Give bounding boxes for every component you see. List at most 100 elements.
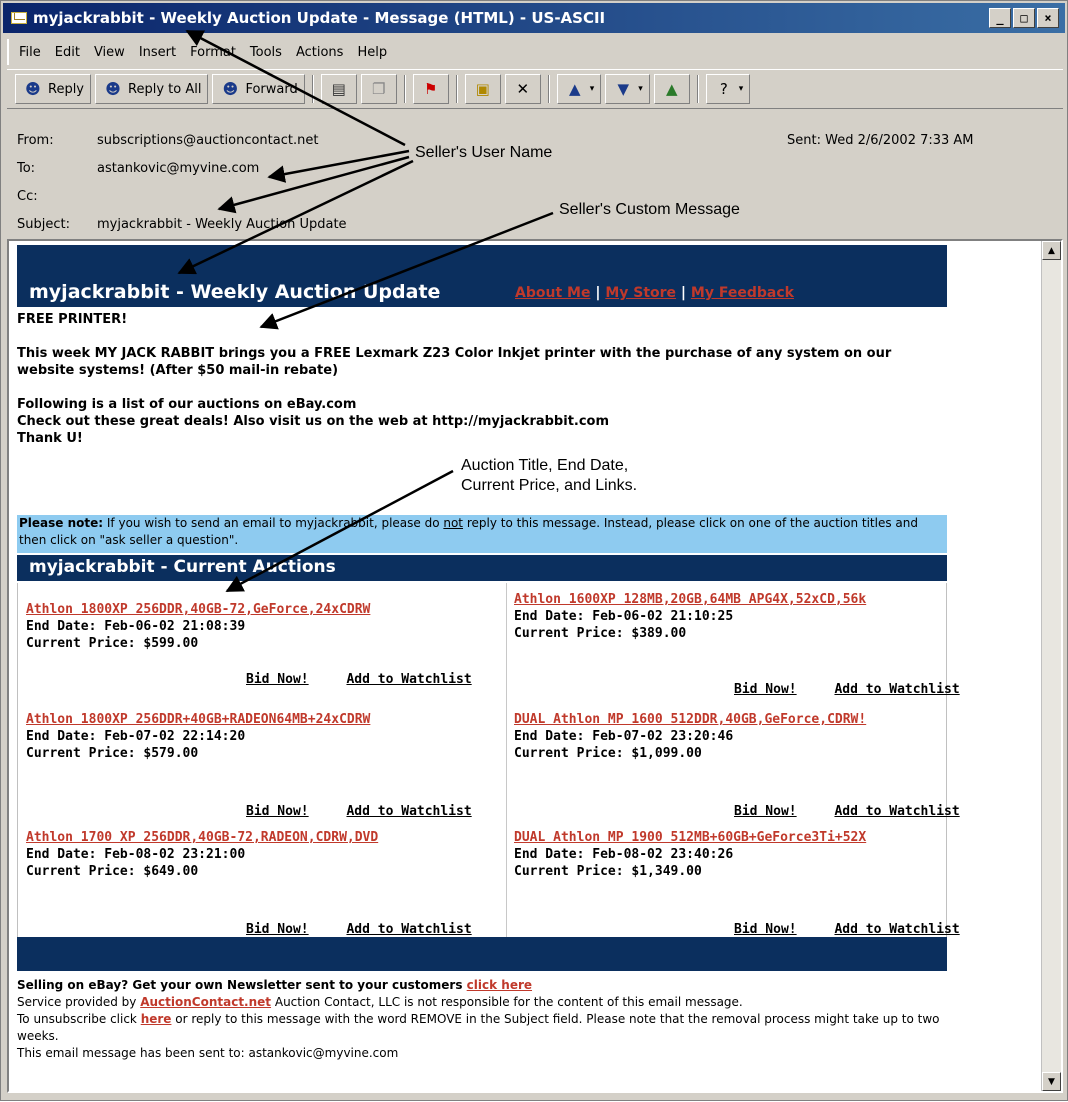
note-label: Please note: (19, 516, 104, 530)
message-body[interactable]: ▲ ▼ myjackrabbit - Weekly Auction Update… (7, 239, 1063, 1093)
next-item-button[interactable]: ▼ ▾ (605, 74, 650, 104)
unsubscribe-link[interactable]: here (141, 1012, 172, 1026)
add-to-watchlist-link[interactable]: Add to Watchlist (346, 922, 471, 937)
add-to-watchlist-link[interactable]: Add to Watchlist (834, 682, 959, 697)
address-book-button[interactable]: ▲ (653, 74, 690, 104)
bid-now-link[interactable]: Bid Now! (246, 804, 309, 819)
auction-end-date: End Date: Feb-07-02 22:14:20 (26, 729, 246, 744)
annotation-auction-info-line1: Auction Title, End Date, (461, 457, 629, 474)
scroll-down-button[interactable]: ▼ (1042, 1072, 1061, 1091)
address-book-icon: ▲ (666, 80, 678, 98)
reply-button[interactable]: ☻ Reply (15, 74, 92, 104)
add-to-watchlist-link[interactable]: Add to Watchlist (834, 804, 959, 819)
unsubscribe-line: To unsubscribe click here or reply to th… (17, 1011, 947, 1045)
printer-icon: ▤ (331, 80, 346, 98)
auction-end-date: End Date: Feb-08-02 23:21:00 (26, 847, 246, 862)
my-store-link[interactable]: My Store (605, 285, 676, 301)
bid-now-link[interactable]: Bid Now! (246, 672, 309, 687)
service-line: Service provided by AuctionContact.net A… (17, 994, 947, 1011)
window-controls: _ □ × (989, 8, 1059, 28)
auction-actions: Bid Now! Add to Watchlist (734, 681, 990, 698)
previous-item-button[interactable]: ▲ ▾ (556, 74, 602, 104)
auction-current-price: Current Price: $1,349.00 (514, 864, 702, 879)
title-bar: myjackrabbit - Weekly Auction Update - M… (3, 3, 1065, 33)
toolbar-separator (547, 75, 550, 103)
copy-icon: ❐ (372, 80, 386, 98)
help-button[interactable]: ? ▾ (705, 74, 751, 104)
seller-message: FREE PRINTER! This week MY JACK RABBIT b… (17, 311, 947, 447)
add-to-watchlist-link[interactable]: Add to Watchlist (834, 922, 959, 937)
auction-grid: Athlon 1800XP 256DDR,40GB-72,GeForce,24x… (17, 583, 960, 938)
maximize-button[interactable]: □ (1013, 8, 1035, 28)
bid-now-link[interactable]: Bid Now! (734, 682, 797, 697)
dropdown-icon: ▾ (638, 84, 643, 94)
current-auctions-bar: myjackrabbit - Current Auctions (17, 555, 947, 581)
auction-actions: Bid Now! Add to Watchlist (734, 803, 990, 820)
menu-actions[interactable]: Actions (296, 45, 344, 60)
move-to-folder-button[interactable]: ▣ (464, 74, 501, 104)
toolbar-separator (455, 75, 458, 103)
auction-item: Athlon 1600XP 128MB,20GB,64MB APG4X,52xC… (514, 591, 984, 697)
auction-title-link[interactable]: Athlon 1700 XP 256DDR,40GB-72,RADEON,CDR… (26, 829, 496, 846)
delete-button[interactable]: ✕ (504, 74, 541, 104)
menu-help[interactable]: Help (357, 45, 387, 60)
disclaimer-text: Auction Contact, LLC is not responsible … (271, 995, 743, 1009)
footer-banner (17, 937, 947, 971)
auction-item: DUAL Athlon MP 1900 512MB+60GB+GeForce3T… (514, 829, 984, 937)
reply-all-button[interactable]: ☻ Reply to All (95, 74, 209, 104)
bid-now-link[interactable]: Bid Now! (734, 804, 797, 819)
my-feedback-link[interactable]: My Feedback (691, 285, 794, 301)
scroll-up-button[interactable]: ▲ (1042, 241, 1061, 260)
auction-title-link[interactable]: DUAL Athlon MP 1900 512MB+60GB+GeForce3T… (514, 829, 984, 846)
reply-icon: ☻ (25, 80, 41, 98)
arrow-up-icon: ▲ (568, 80, 581, 98)
add-to-watchlist-link[interactable]: Add to Watchlist (346, 672, 471, 687)
annotation-auction-info-line2: Current Price, and Links. (461, 477, 638, 494)
envelope-icon (11, 12, 27, 24)
close-button[interactable]: × (1037, 8, 1059, 28)
copy-button[interactable]: ❐ (360, 74, 397, 104)
auction-current-price: Current Price: $389.00 (514, 626, 687, 641)
print-button[interactable]: ▤ (320, 74, 357, 104)
newsletter-line: Selling on eBay? Get your own Newsletter… (17, 977, 947, 994)
auction-list-intro: Following is a list of our auctions on e… (17, 397, 357, 412)
sent-to-line: This email message has been sent to: ast… (17, 1046, 399, 1060)
auction-actions: Bid Now! Add to Watchlist (246, 921, 502, 938)
click-here-link[interactable]: click here (467, 978, 532, 992)
reply-note: Please note: If you wish to send an emai… (17, 515, 947, 553)
menu-format[interactable]: Format (190, 45, 236, 60)
menu-file[interactable]: File (19, 45, 41, 60)
auction-title-link[interactable]: Athlon 1800XP 256DDR,40GB-72,GeForce,24x… (26, 601, 496, 618)
email-content: myjackrabbit - Weekly Auction Update Abo… (17, 245, 960, 1085)
flag-icon: ⚑ (424, 80, 438, 98)
toolbar-separator (311, 75, 314, 103)
auction-end-date: End Date: Feb-07-02 23:20:46 (514, 729, 734, 744)
cc-label: Cc: (17, 189, 38, 204)
flag-button[interactable]: ⚑ (412, 74, 449, 104)
bid-now-link[interactable]: Bid Now! (246, 922, 309, 937)
vertical-scrollbar[interactable]: ▲ ▼ (1041, 241, 1061, 1091)
menu-bar: File Edit View Insert Format Tools Actio… (7, 39, 1063, 65)
forward-label: Forward (245, 81, 298, 97)
website-line: Check out these great deals! Also visit … (17, 414, 610, 429)
bid-now-link[interactable]: Bid Now! (734, 922, 797, 937)
forward-button[interactable]: ☻ Forward (212, 74, 305, 104)
email-footer: Selling on eBay? Get your own Newsletter… (17, 977, 947, 1062)
auction-title-link[interactable]: DUAL Athlon MP 1600 512DDR,40GB,GeForce,… (514, 711, 984, 728)
from-value[interactable]: subscriptions@auctioncontact.net (97, 133, 318, 148)
auction-item: DUAL Athlon MP 1600 512DDR,40GB,GeForce,… (514, 711, 984, 819)
auction-current-price: Current Price: $579.00 (26, 746, 199, 761)
auction-title-link[interactable]: Athlon 1800XP 256DDR+40GB+RADEON64MB+24x… (26, 711, 496, 728)
add-to-watchlist-link[interactable]: Add to Watchlist (346, 804, 471, 819)
about-me-link[interactable]: About Me (515, 285, 590, 301)
unsubscribe-text: To unsubscribe click (17, 1012, 141, 1026)
menu-tools[interactable]: Tools (250, 45, 282, 60)
auctioncontact-link[interactable]: AuctionContact.net (140, 995, 271, 1009)
to-value[interactable]: astankovic@myvine.com (97, 161, 259, 176)
menu-view[interactable]: View (94, 45, 125, 60)
subject-label: Subject: (17, 217, 70, 232)
menu-insert[interactable]: Insert (139, 45, 176, 60)
menu-edit[interactable]: Edit (55, 45, 80, 60)
minimize-button[interactable]: _ (989, 8, 1011, 28)
auction-title-link[interactable]: Athlon 1600XP 128MB,20GB,64MB APG4X,52xC… (514, 591, 984, 608)
